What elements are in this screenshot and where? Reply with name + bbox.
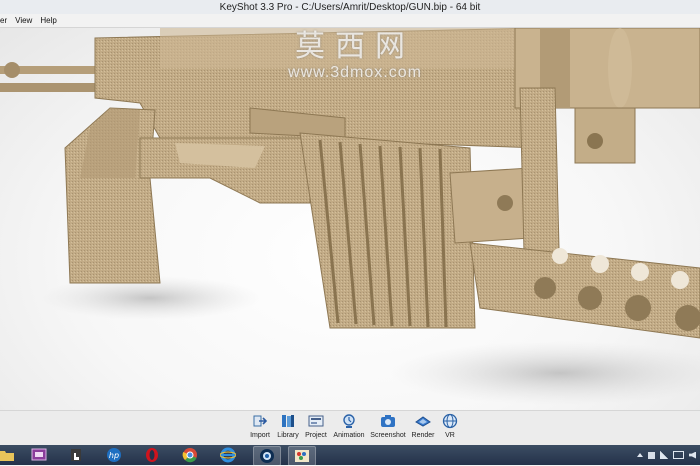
project-icon (308, 415, 324, 427)
system-tray (637, 448, 696, 462)
animation-button[interactable]: Animation (332, 413, 366, 444)
animation-label: Animation (333, 432, 365, 439)
library-label: Library (277, 432, 299, 439)
screenshot-label: Screenshot (370, 432, 406, 439)
render-viewport[interactable]: 莫西网 www.3dmox.com (0, 28, 700, 410)
chrome-icon (182, 448, 197, 463)
render-label: Render (411, 432, 435, 439)
screenshot-button[interactable]: Screenshot (370, 413, 406, 444)
svg-text:hp: hp (109, 451, 119, 460)
vr-label: VR (445, 432, 455, 439)
taskbar-media[interactable] (26, 446, 52, 464)
battery-icon[interactable] (673, 451, 684, 459)
taskbar-hp[interactable]: hp (101, 446, 127, 464)
render-icon (415, 416, 431, 427)
opera-icon (146, 448, 158, 462)
hp-icon: hp (107, 448, 121, 462)
keyshot-icon (260, 449, 274, 463)
paint-icon (295, 450, 309, 462)
menu-edit[interactable]: er (0, 16, 7, 25)
taskbar-touch[interactable] (63, 446, 89, 464)
import-icon (253, 415, 268, 427)
menu-bar: er View Help (0, 14, 700, 28)
vr-icon (442, 413, 458, 429)
animation-icon (343, 414, 355, 428)
volume-icon[interactable] (689, 451, 696, 459)
flag-icon[interactable] (648, 451, 655, 459)
folder-icon (0, 451, 14, 461)
touch-icon (71, 449, 81, 461)
windows-taskbar: hp (0, 445, 700, 466)
title-bar: KeyShot 3.3 Pro - C:/Users/Amrit/Desktop… (0, 0, 700, 15)
library-icon (282, 415, 294, 427)
gun-model-render (0, 28, 700, 405)
taskbar-keyshot[interactable] (253, 446, 281, 466)
media-icon (31, 448, 47, 461)
bottom-ribbon: Import Library Project Animation Screens… (0, 410, 700, 446)
taskbar-folder[interactable] (0, 446, 20, 464)
import-label: Import (250, 432, 270, 439)
screenshot-icon (381, 415, 395, 427)
signal-icon[interactable] (660, 451, 668, 459)
chevron-up-icon[interactable] (637, 453, 643, 457)
vr-button[interactable]: VR (433, 413, 467, 444)
project-button[interactable]: Project (299, 413, 333, 444)
taskbar-chrome[interactable] (177, 446, 203, 464)
taskbar-opera[interactable] (139, 446, 165, 464)
taskbar-ie[interactable] (215, 446, 241, 464)
taskbar-paint[interactable] (288, 446, 316, 466)
window-title: KeyShot 3.3 Pro - C:/Users/Amrit/Desktop… (219, 1, 481, 13)
menu-view[interactable]: View (15, 16, 32, 25)
menu-help[interactable]: Help (40, 16, 56, 25)
project-label: Project (305, 432, 327, 439)
internet-explorer-icon (220, 447, 236, 463)
